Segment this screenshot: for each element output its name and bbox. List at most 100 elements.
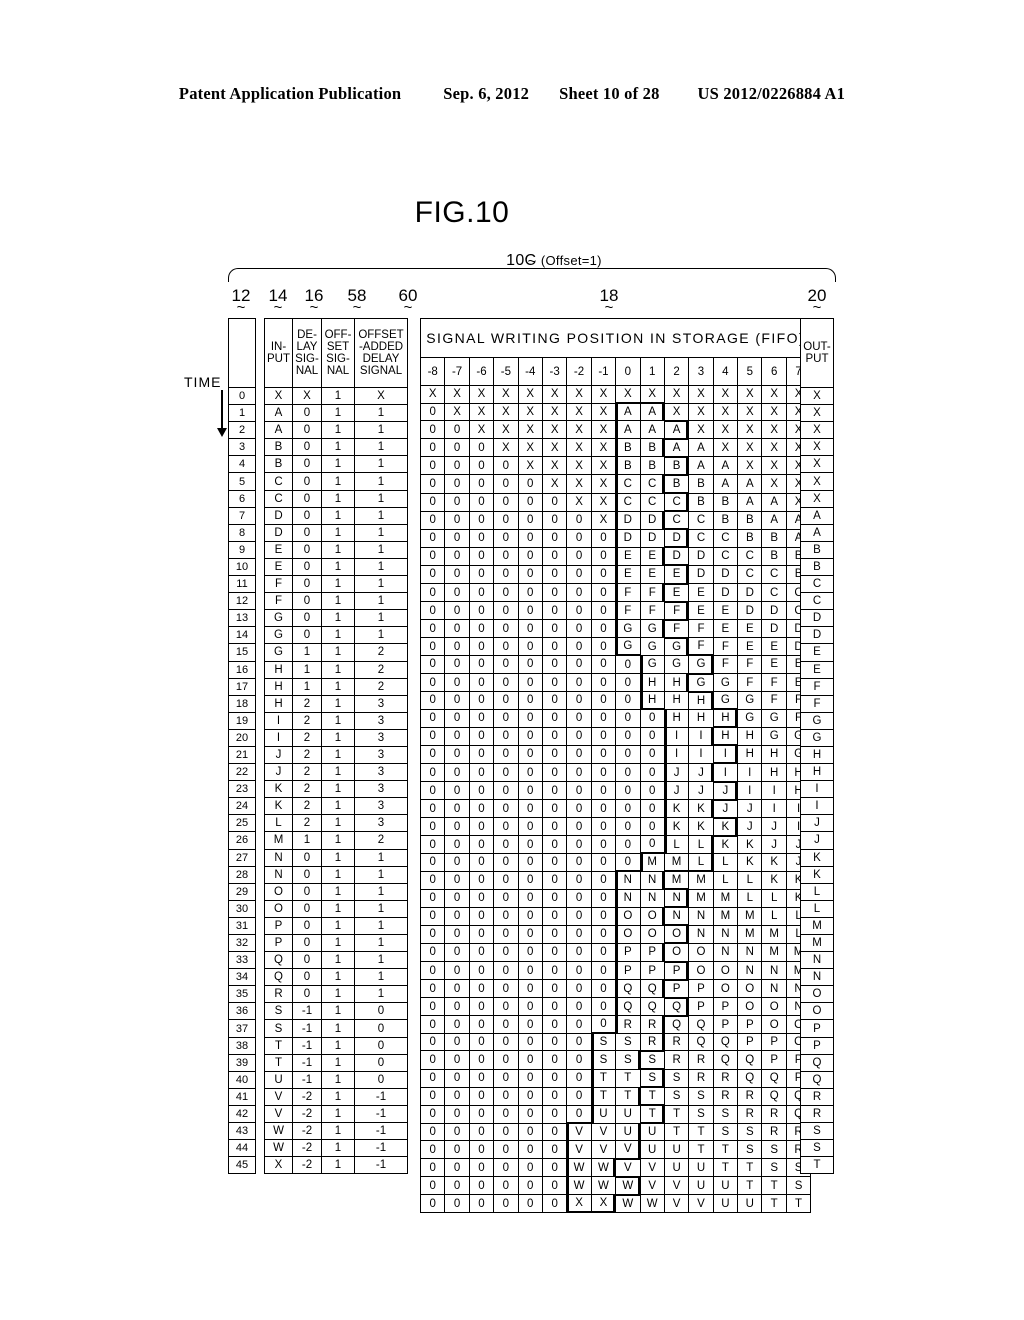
fifo-cell: T [737, 1158, 763, 1178]
signal-row: F011 [264, 592, 408, 611]
output-row: G [800, 711, 834, 730]
fifo-position-header-10: 2 [663, 357, 690, 386]
offset-signal-cell: 1 [321, 386, 355, 406]
fifo-cell: B [688, 474, 714, 494]
output-cell: X [800, 455, 834, 474]
fifo-cell: 0 [468, 474, 495, 494]
fifo-cell: G [688, 672, 714, 693]
fifo-cell: X [688, 402, 714, 422]
fifo-cell: X [517, 402, 543, 422]
fifo-cell: J [737, 817, 763, 837]
fifo-position-header-11: 3 [688, 357, 714, 386]
fifo-cell: 0 [493, 583, 519, 603]
fifo-cell: 0 [541, 1032, 568, 1052]
fifo-cell: N [639, 870, 665, 890]
fifo-cell: 0 [468, 691, 495, 710]
output-cell: H [800, 763, 834, 782]
output-row: B [800, 540, 834, 559]
fifo-cell: X [737, 402, 763, 422]
fifo-cell: R [639, 1015, 665, 1034]
fifo-cell: P [639, 942, 665, 963]
fifo-cell: Q [688, 1015, 714, 1034]
fifo-cell: O [663, 942, 690, 963]
signal-row: S -1 1 0 [264, 1002, 408, 1021]
fifo-cell: N [663, 888, 690, 909]
fifo-cell: M [761, 924, 787, 944]
fifo-row: 00XXXXXXAAAXXXXX [419, 419, 812, 440]
fifo-cell: 0 [566, 762, 592, 783]
time-index-cell: 0 [228, 386, 256, 406]
fifo-cell: 0 [419, 1104, 446, 1124]
time-index-cell: 41 [228, 1087, 256, 1106]
offset-added-delay-cell: 1 [354, 626, 408, 645]
fifo-cell: A [712, 456, 739, 476]
fifo-cell: I [663, 744, 690, 764]
offset-added-delay-cell: 1 [354, 848, 408, 867]
fifo-cell: F [615, 601, 641, 621]
output-cell: L [800, 899, 834, 918]
offset-added-delay-cell: 1 [354, 506, 408, 525]
fifo-cell: J [761, 835, 787, 854]
fifo-cell: 0 [444, 438, 470, 458]
fifo-cell: 0 [517, 906, 543, 926]
fifo-cell: J [688, 762, 714, 783]
time-row: 7 [228, 506, 256, 525]
fifo-cell: 0 [541, 744, 568, 764]
time-row: 40 [228, 1070, 256, 1089]
fifo-cell: G [688, 654, 714, 675]
col-header-delay-signal: DE- LAY SIG- NAL [292, 318, 322, 388]
fifo-cell: P [615, 942, 641, 963]
fifo-cell: D [615, 528, 641, 548]
fifo-row: 000000WWVVUUTTSS [419, 1158, 812, 1178]
fifo-cell: I [688, 744, 714, 764]
fifo-cell: 0 [444, 510, 470, 530]
fifo-cell: 0 [468, 619, 495, 639]
fifo-cell: 0 [493, 1015, 519, 1034]
fifo-cell: X [468, 402, 495, 422]
fifo-cell: E [688, 583, 714, 603]
fifo-row: 00000000QQPPOONN [419, 979, 812, 999]
fifo-cell: B [737, 510, 763, 530]
col-header-oadelay-l3: DELAY [362, 353, 400, 365]
fifo-cell: X [590, 385, 617, 404]
fifo-cell: C [639, 474, 665, 494]
fifo-position-header-7: -1 [590, 357, 617, 386]
fifo-cell: 0 [444, 474, 470, 494]
fifo-cell: F [737, 672, 763, 693]
delay-signal-cell: -1 [292, 1036, 322, 1055]
time-index-cell: 37 [228, 1019, 256, 1038]
fifo-cell: 0 [444, 420, 470, 440]
time-index-cell: 44 [228, 1139, 256, 1158]
output-row: Q [800, 1053, 834, 1072]
time-row: 28 [228, 865, 256, 884]
offset-signal-cell: 1 [321, 745, 355, 765]
offset-added-delay-cell: 3 [354, 780, 408, 799]
delay-signal-cell: 0 [292, 626, 322, 645]
fifo-cell: G [737, 708, 763, 728]
fifo-cell: T [688, 1122, 714, 1142]
fifo-cell: E [639, 546, 665, 566]
fifo-cell: 0 [566, 637, 592, 656]
fifo-cell: 0 [517, 726, 543, 746]
fifo-cell: C [712, 528, 739, 548]
fifo-cell: W [590, 1158, 617, 1178]
fifo-cell: 0 [444, 708, 470, 728]
signal-row: V -2 1 -1 [264, 1087, 408, 1106]
output-cell: A [800, 506, 834, 525]
fifo-cell: 0 [517, 979, 543, 999]
time-row: 10 [228, 557, 256, 577]
offset-added-delay-cell: 1 [354, 523, 408, 542]
fifo-cell: B [712, 492, 739, 512]
fifo-cell: 0 [590, 924, 617, 944]
fifo-cell: V [615, 1140, 641, 1160]
fifo-cell: 0 [590, 708, 617, 728]
fifo-cell: O [712, 960, 739, 981]
signal-row: I213 [264, 711, 408, 730]
time-row: 4 [228, 455, 256, 474]
output-cell: X [800, 386, 834, 406]
time-row: 37 [228, 1019, 256, 1038]
fifo-cell: 0 [444, 726, 470, 746]
fifo-cell: 0 [590, 564, 617, 585]
fifo-cell: V [590, 1140, 617, 1160]
time-index-cell: 15 [228, 643, 256, 662]
